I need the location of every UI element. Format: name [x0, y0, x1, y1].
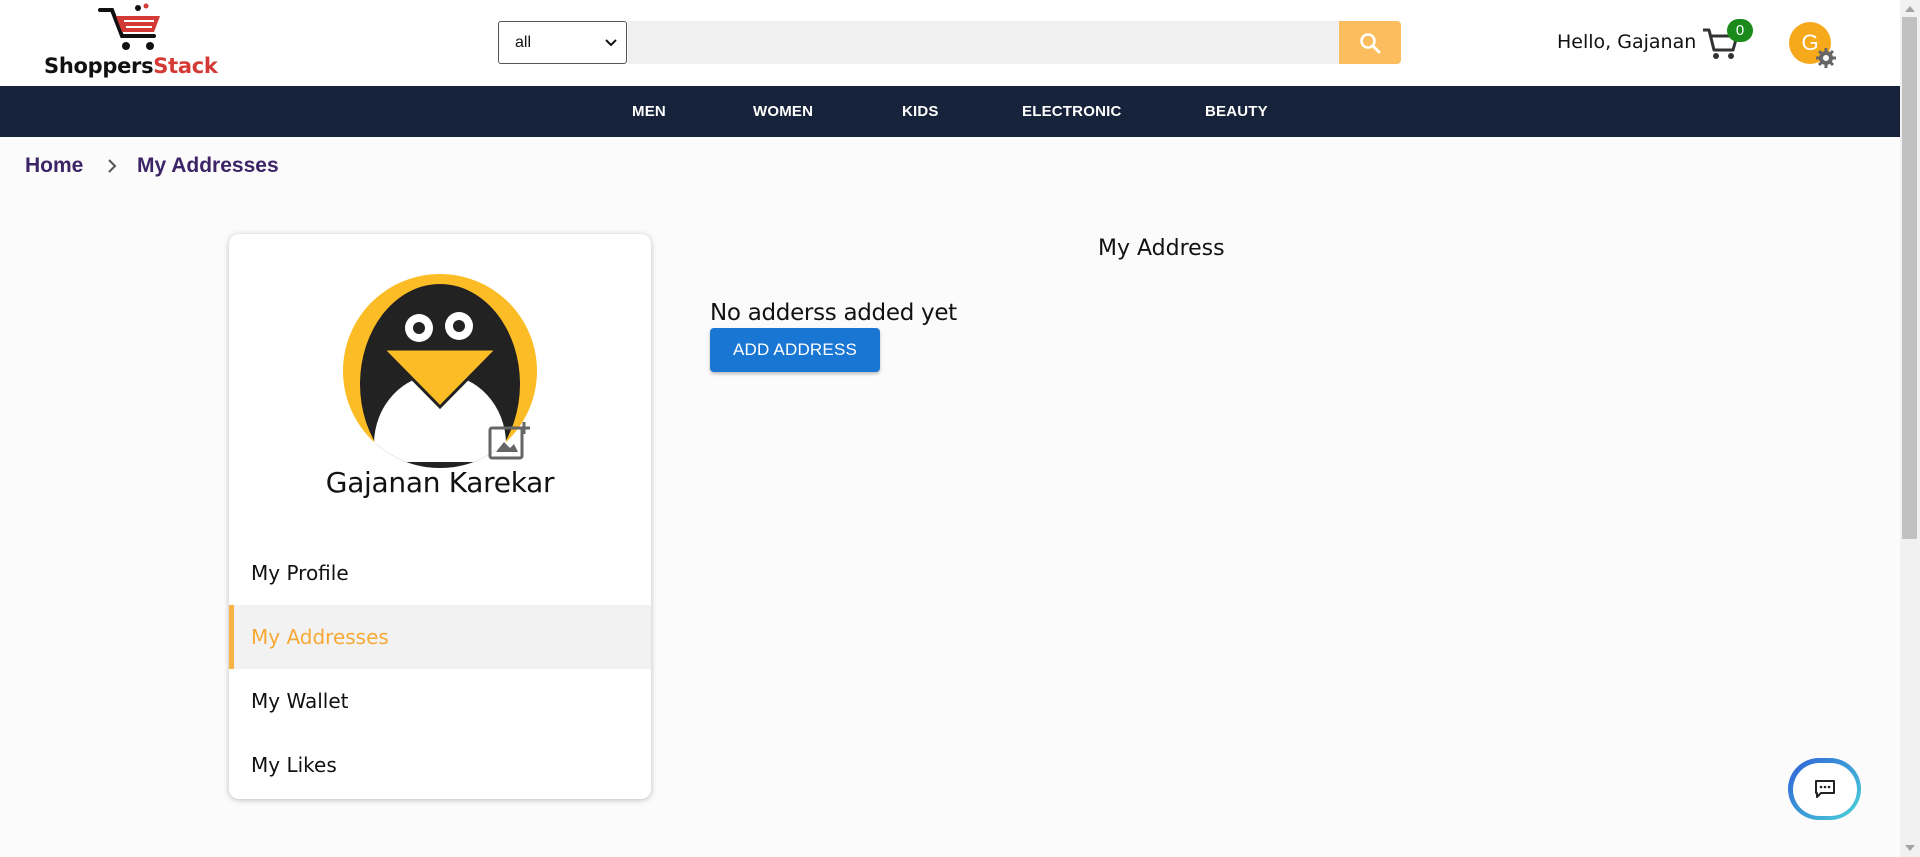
logo[interactable]: ShoppersStack	[44, 2, 234, 82]
nav-item-beauty[interactable]: BEAUTY	[1205, 103, 1268, 120]
cart-count-badge: 0	[1727, 19, 1753, 42]
add-photo-icon[interactable]	[488, 420, 532, 462]
search-icon	[1360, 32, 1381, 53]
search-category-value: all	[515, 33, 532, 51]
search-button[interactable]	[1339, 21, 1401, 64]
chat-icon	[1814, 780, 1835, 798]
scrollbar-thumb[interactable]	[1902, 17, 1917, 539]
empty-state-message: No adderss added yet	[710, 300, 957, 326]
page-title: My Address	[1098, 236, 1225, 261]
sidebar-item-my-likes[interactable]: My Likes	[229, 733, 651, 797]
logo-text-part1: Shoppers	[44, 54, 154, 78]
search-category-select[interactable]: all	[498, 21, 627, 64]
logo-text-part2: Stack	[153, 54, 218, 78]
profile-sidebar: Gajanan Karekar My Profile My Addresses …	[229, 234, 651, 799]
breadcrumb-current[interactable]: My Addresses	[137, 154, 279, 178]
scroll-up-arrow-icon[interactable]	[1905, 6, 1915, 12]
nav-item-kids[interactable]: KIDS	[902, 103, 939, 120]
nav-item-men[interactable]: MEN	[632, 103, 666, 120]
sidebar-item-my-wallet[interactable]: My Wallet	[229, 669, 651, 733]
greeting: Hello, Gajanan	[1557, 31, 1697, 53]
scroll-down-arrow-icon[interactable]	[1905, 845, 1915, 851]
shopping-cart-logo-icon	[98, 3, 160, 50]
logo-text: ShoppersStack	[44, 54, 218, 78]
user-name: Gajanan Karekar	[325, 466, 555, 499]
header: ShoppersStack all Hello, Gajanan 0 G	[0, 0, 1900, 86]
chevron-down-icon	[605, 39, 617, 47]
category-nav: MEN WOMEN KIDS ELECTRONIC BEAUTY	[0, 86, 1900, 137]
search-input[interactable]	[628, 21, 1340, 64]
chat-widget-button[interactable]	[1788, 758, 1861, 820]
chevron-right-icon	[108, 159, 117, 173]
nav-item-electronic[interactable]: ELECTRONIC	[1022, 103, 1122, 120]
sidebar-item-my-profile[interactable]: My Profile	[229, 541, 651, 605]
breadcrumb-home[interactable]: Home	[25, 154, 83, 178]
chat-widget-inner	[1792, 762, 1857, 816]
add-address-button[interactable]: ADD ADDRESS	[710, 328, 880, 372]
page-scrollbar[interactable]	[1900, 0, 1920, 857]
nav-item-women[interactable]: WOMEN	[753, 103, 813, 120]
gear-icon[interactable]	[1815, 47, 1837, 69]
sidebar-item-my-addresses[interactable]: My Addresses	[229, 605, 651, 669]
